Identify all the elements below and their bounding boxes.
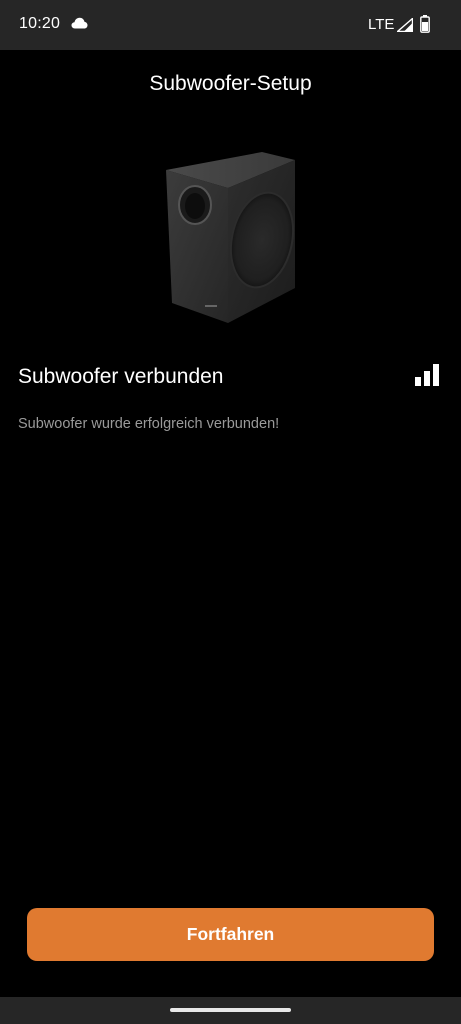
cloud-icon [71,17,88,29]
page-title: Subwoofer-Setup [149,72,312,95]
home-indicator[interactable] [170,1008,291,1012]
subwoofer-image [166,152,295,323]
battery-icon [420,15,430,33]
connection-status-title: Subwoofer verbunden [18,365,224,388]
status-time: 10:20 [19,15,61,32]
navigation-bar [0,997,461,1024]
status-bar: 10:20 LTE [0,0,461,50]
cell-signal-icon [397,18,413,32]
continue-button[interactable]: Fortfahren [27,908,434,961]
network-type-label: LTE [368,16,395,33]
signal-strength-icon [415,364,439,386]
connection-status-message: Subwoofer wurde erfolgreich verbunden! [18,416,280,432]
subwoofer-setup-screen: 10:20 LTE Subwoofer-Setup Subwoofer verb… [0,0,461,1024]
